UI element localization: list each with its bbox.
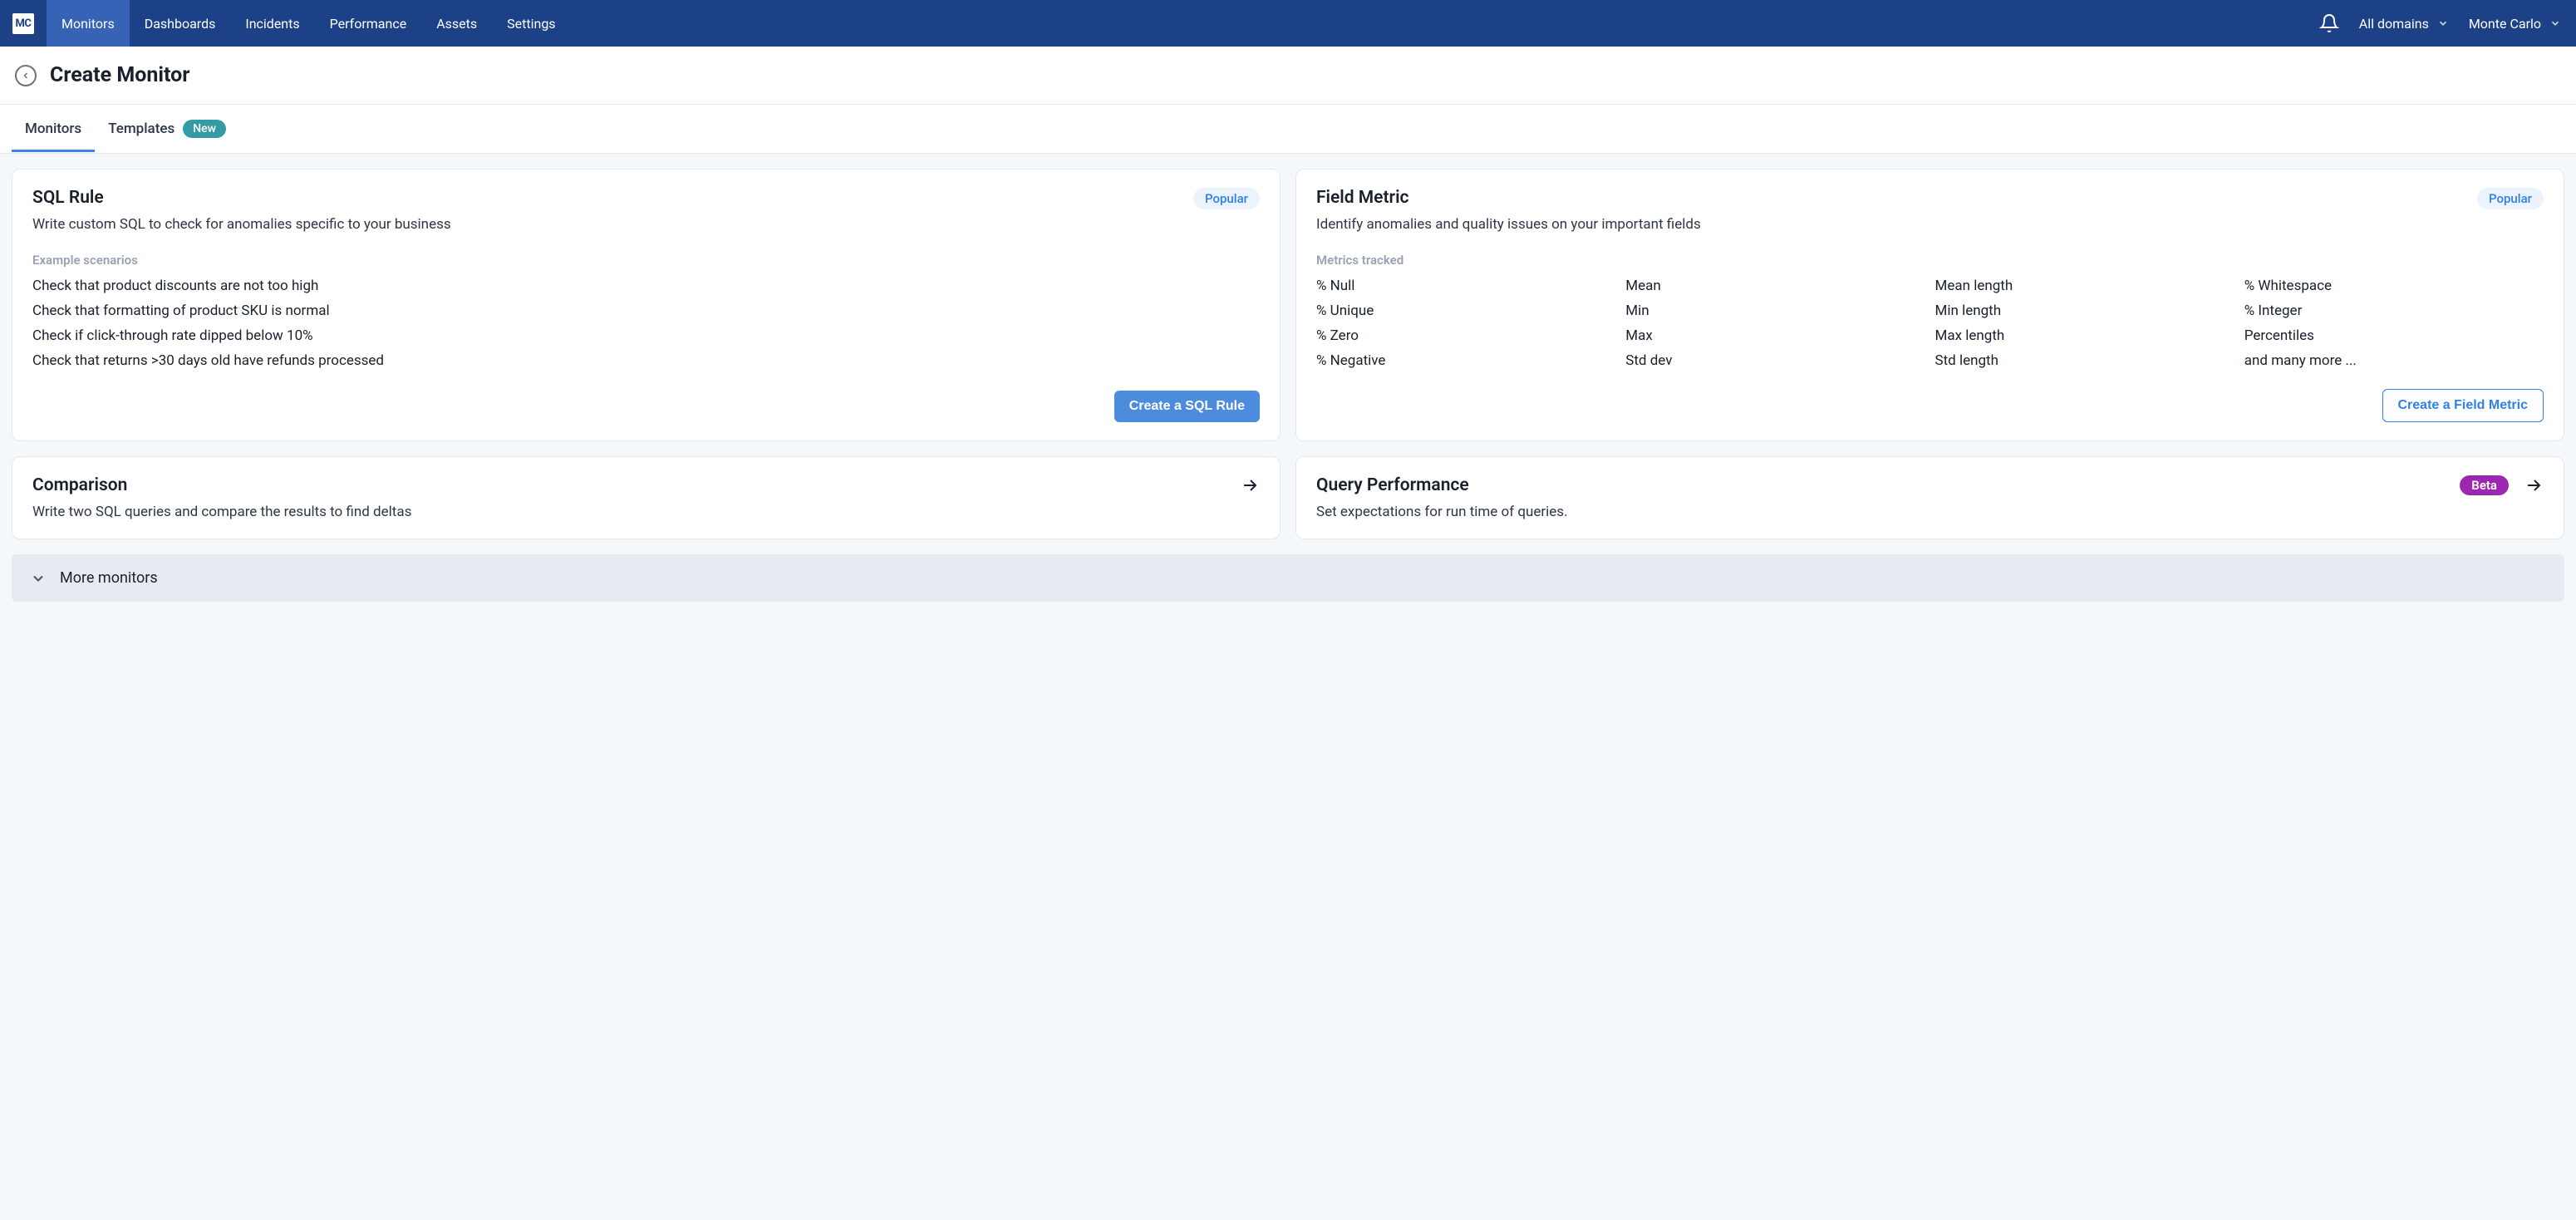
- card-title: Comparison: [32, 475, 127, 495]
- metric-item: Max: [1625, 327, 1925, 344]
- logo[interactable]: MC: [0, 0, 47, 47]
- new-badge: New: [183, 120, 226, 138]
- more-monitors-toggle[interactable]: More monitors: [12, 554, 2564, 602]
- card-subheading: Metrics tracked: [1316, 253, 2544, 268]
- nav-settings[interactable]: Settings: [492, 0, 570, 47]
- page-title: Create Monitor: [50, 63, 189, 87]
- arrow-right-icon: [1240, 475, 1260, 495]
- field-metric-card: Field Metric Popular Identify anomalies …: [1295, 169, 2564, 441]
- card-description: Set expectations for run time of queries…: [1316, 504, 2544, 520]
- nav-label: Settings: [507, 16, 555, 32]
- nav-label: Monitors: [61, 16, 115, 32]
- card-header-right: Beta: [2460, 475, 2544, 495]
- domains-label: All domains: [2359, 16, 2429, 32]
- scenario-item: Check that product discounts are not too…: [32, 278, 1260, 294]
- card-title: SQL Rule: [32, 188, 104, 208]
- nav-monitors[interactable]: Monitors: [47, 0, 130, 47]
- metric-item: % Whitespace: [2244, 278, 2544, 294]
- nav-left: MC Monitors Dashboards Incidents Perform…: [0, 0, 571, 47]
- card-actions: Create a SQL Rule: [32, 391, 1260, 422]
- card-header: SQL Rule Popular: [32, 188, 1260, 209]
- metric-item: Max length: [1935, 327, 2234, 344]
- nav-incidents[interactable]: Incidents: [230, 0, 314, 47]
- popular-badge: Popular: [1193, 188, 1260, 209]
- metric-item: % Null: [1316, 278, 1615, 294]
- tab-monitors[interactable]: Monitors: [12, 106, 95, 152]
- arrow-right-icon: [2524, 475, 2544, 495]
- card-header: Query Performance Beta: [1316, 475, 2544, 495]
- metric-item: Percentiles: [2244, 327, 2544, 344]
- metrics-grid: % Null Mean Mean length % Whitespace % U…: [1316, 278, 2544, 369]
- metric-item: Min length: [1935, 303, 2234, 319]
- account-label: Monte Carlo: [2469, 16, 2541, 32]
- nav-label: Assets: [436, 16, 477, 32]
- scenario-item: Check that formatting of product SKU is …: [32, 303, 1260, 319]
- scenario-item: Check if click-through rate dipped below…: [32, 327, 1260, 344]
- card-description: Write two SQL queries and compare the re…: [32, 504, 1260, 520]
- metric-item: % Negative: [1316, 352, 1615, 369]
- account-dropdown[interactable]: Monte Carlo: [2469, 11, 2561, 37]
- chevron-down-icon: [30, 570, 47, 587]
- card-title: Query Performance: [1316, 475, 1469, 495]
- page-header: Create Monitor: [0, 47, 2576, 105]
- card-actions: Create a Field Metric: [1316, 389, 2544, 422]
- popular-badge: Popular: [2477, 188, 2544, 209]
- chevron-down-icon: [2437, 17, 2449, 29]
- beta-badge: Beta: [2460, 475, 2509, 495]
- card-subheading: Example scenarios: [32, 253, 1260, 268]
- chevron-down-icon: [2549, 17, 2561, 29]
- more-monitors-label: More monitors: [60, 569, 158, 587]
- metric-item: % Integer: [2244, 303, 2544, 319]
- create-sql-rule-button[interactable]: Create a SQL Rule: [1114, 391, 1260, 422]
- scenario-item: Check that returns >30 days old have ref…: [32, 352, 1260, 369]
- metric-item: Min: [1625, 303, 1925, 319]
- back-button[interactable]: [15, 65, 37, 86]
- metric-item: and many more ...: [2244, 352, 2544, 369]
- nav-dashboards[interactable]: Dashboards: [130, 0, 231, 47]
- query-performance-card[interactable]: Query Performance Beta Set expectations …: [1295, 456, 2564, 539]
- metric-item: Std length: [1935, 352, 2234, 369]
- tab-label: Monitors: [25, 121, 81, 137]
- chevron-left-icon: [21, 71, 31, 81]
- domains-dropdown[interactable]: All domains: [2359, 11, 2449, 37]
- comparison-card[interactable]: Comparison Write two SQL queries and com…: [12, 456, 1281, 539]
- card-header: Comparison: [32, 475, 1260, 495]
- logo-text: MC: [12, 13, 35, 34]
- tabs-bar: Monitors Templates New: [0, 105, 2576, 154]
- card-row: SQL Rule Popular Write custom SQL to che…: [12, 169, 2564, 441]
- metric-item: Std dev: [1625, 352, 1925, 369]
- metric-item: Mean length: [1935, 278, 2234, 294]
- card-header: Field Metric Popular: [1316, 188, 2544, 209]
- bell-icon[interactable]: [2319, 13, 2339, 33]
- scenario-list: Check that product discounts are not too…: [32, 278, 1260, 369]
- nav-right: All domains Monte Carlo: [2319, 11, 2561, 37]
- nav-label: Dashboards: [145, 16, 216, 32]
- tab-templates[interactable]: Templates New: [95, 105, 239, 153]
- top-navigation: MC Monitors Dashboards Incidents Perform…: [0, 0, 2576, 47]
- nav-assets[interactable]: Assets: [421, 0, 492, 47]
- nav-label: Incidents: [245, 16, 299, 32]
- card-description: Write custom SQL to check for anomalies …: [32, 216, 1260, 233]
- metric-item: % Zero: [1316, 327, 1615, 344]
- metric-item: Mean: [1625, 278, 1925, 294]
- card-description: Identify anomalies and quality issues on…: [1316, 216, 2544, 233]
- card-row: Comparison Write two SQL queries and com…: [12, 456, 2564, 539]
- content: SQL Rule Popular Write custom SQL to che…: [0, 154, 2576, 617]
- metric-item: % Unique: [1316, 303, 1615, 319]
- nav-label: Performance: [330, 16, 407, 32]
- nav-performance[interactable]: Performance: [315, 0, 422, 47]
- sql-rule-card: SQL Rule Popular Write custom SQL to che…: [12, 169, 1281, 441]
- tab-label: Templates: [108, 121, 175, 137]
- create-field-metric-button[interactable]: Create a Field Metric: [2382, 389, 2544, 422]
- card-title: Field Metric: [1316, 188, 1409, 208]
